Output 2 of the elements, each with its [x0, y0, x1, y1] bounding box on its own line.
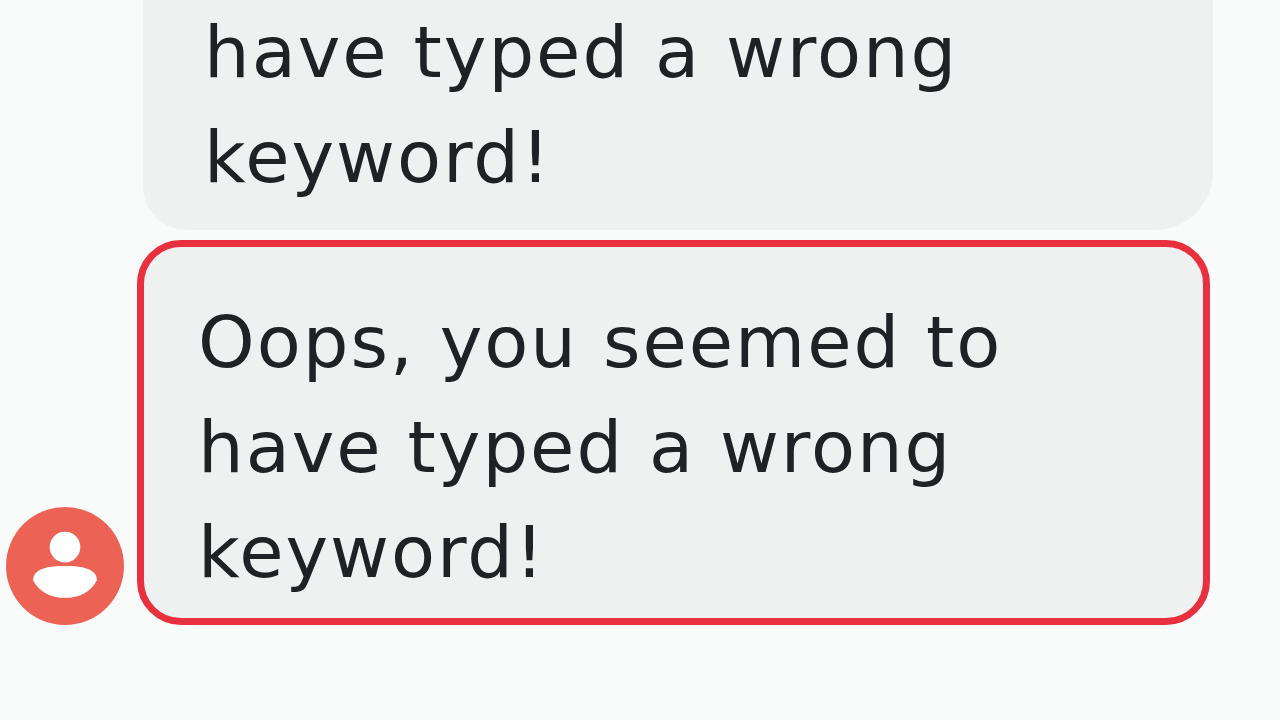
- message-text: Oops, you seemed to have typed a wrong keyword!: [198, 299, 1004, 596]
- message-text: have typed a wrong keyword!: [204, 9, 960, 201]
